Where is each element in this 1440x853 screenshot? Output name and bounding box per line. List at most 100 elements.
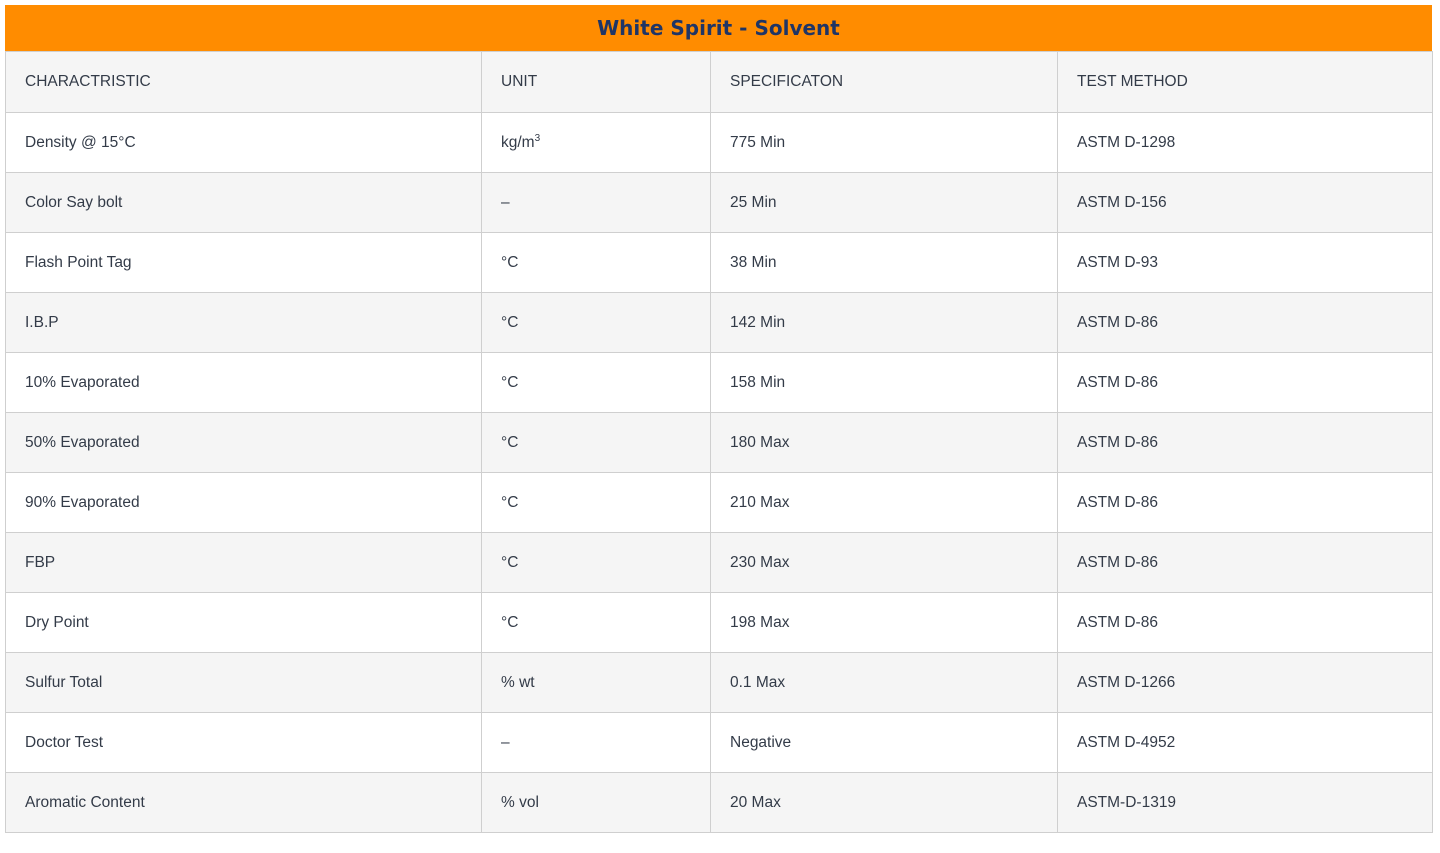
header-characteristic: CHARACTRISTIC [5, 51, 482, 113]
cell-unit-text: °C [501, 433, 519, 451]
table-row: 90% Evaporated °C 210 Max ASTM D-86 [5, 472, 1433, 533]
cell-unit: kg/m3 [481, 112, 711, 173]
table-row: Dry Point °C 198 Max ASTM D-86 [5, 592, 1433, 653]
cell-test-method: ASTM D-86 [1057, 532, 1433, 593]
cell-characteristic: Color Say bolt [5, 172, 482, 233]
cell-unit-text: °C [501, 553, 519, 571]
table-row: Color Say bolt – 25 Min ASTM D-156 [5, 172, 1433, 233]
cell-specification-text: Negative [730, 733, 792, 751]
cell-test-method: ASTM-D-1319 [1057, 772, 1433, 833]
cell-specification-text: 180 Max [730, 433, 790, 451]
cell-characteristic: 90% Evaporated [5, 472, 482, 533]
cell-specification-text: 25 Min [730, 193, 777, 211]
cell-specification: 198 Max [710, 592, 1058, 653]
spec-table-container: White Spirit - Solvent CHARACTRISTIC UNI… [5, 5, 1433, 833]
cell-specification-text: 158 Min [730, 373, 786, 391]
cell-specification-text: 38 Min [730, 253, 777, 271]
cell-test-method-text: ASTM D-1298 [1077, 133, 1176, 151]
cell-test-method-text: ASTM D-86 [1077, 373, 1158, 391]
table-row: Aromatic Content % vol 20 Max ASTM-D-1319 [5, 772, 1433, 833]
cell-characteristic: I.B.P [5, 292, 482, 353]
table-row: 50% Evaporated °C 180 Max ASTM D-86 [5, 412, 1433, 473]
cell-test-method: ASTM D-86 [1057, 352, 1433, 413]
cell-characteristic: FBP [5, 532, 482, 593]
cell-characteristic-text: Color Say bolt [25, 193, 123, 211]
table-header-row: CHARACTRISTIC UNIT SPECIFICATON TEST MET… [5, 51, 1433, 113]
header-unit: UNIT [481, 51, 711, 113]
cell-specification: 25 Min [710, 172, 1058, 233]
cell-unit: °C [481, 412, 711, 473]
cell-test-method-text: ASTM D-86 [1077, 313, 1158, 331]
cell-characteristic-text: Dry Point [25, 613, 89, 631]
cell-unit-text: % wt [501, 673, 535, 691]
cell-unit-text: °C [501, 493, 519, 511]
cell-unit-text: °C [501, 313, 519, 331]
cell-characteristic-text: 50% Evaporated [25, 433, 140, 451]
cell-specification: 142 Min [710, 292, 1058, 353]
cell-unit: – [481, 172, 711, 233]
cell-unit-text: – [501, 733, 510, 751]
cell-characteristic-text: Aromatic Content [25, 793, 145, 811]
table-title-bar: White Spirit - Solvent [5, 5, 1432, 51]
unit-superscript: 3 [534, 132, 541, 144]
cell-characteristic: Aromatic Content [5, 772, 482, 833]
cell-test-method: ASTM D-1266 [1057, 652, 1433, 713]
cell-characteristic: Flash Point Tag [5, 232, 482, 293]
cell-unit-text: °C [501, 613, 519, 631]
cell-test-method: ASTM D-86 [1057, 472, 1433, 533]
cell-specification-text: 198 Max [730, 613, 790, 631]
cell-test-method-text: ASTM D-156 [1077, 193, 1167, 211]
cell-unit: °C [481, 592, 711, 653]
cell-specification-text: 210 Max [730, 493, 790, 511]
cell-characteristic-text: 10% Evaporated [25, 373, 140, 391]
cell-specification: 210 Max [710, 472, 1058, 533]
cell-test-method-text: ASTM D-4952 [1077, 733, 1176, 751]
cell-unit: °C [481, 292, 711, 353]
table-row: Sulfur Total % wt 0.1 Max ASTM D-1266 [5, 652, 1433, 713]
cell-characteristic-text: Density @ 15°C [25, 133, 136, 151]
table-row: I.B.P °C 142 Min ASTM D-86 [5, 292, 1433, 353]
header-test-method: TEST METHOD [1057, 51, 1433, 113]
header-specification: SPECIFICATON [710, 51, 1058, 113]
cell-specification: 180 Max [710, 412, 1058, 473]
cell-specification-text: 20 Max [730, 793, 781, 811]
cell-unit-text: – [501, 193, 510, 211]
cell-characteristic: Density @ 15°C [5, 112, 482, 173]
cell-specification: 775 Min [710, 112, 1058, 173]
cell-characteristic-text: Doctor Test [25, 733, 104, 751]
cell-unit-text: % vol [501, 793, 539, 811]
cell-test-method-text: ASTM D-93 [1077, 253, 1158, 271]
cell-specification: 0.1 Max [710, 652, 1058, 713]
table-row: Density @ 15°C kg/m3 775 Min ASTM D-1298 [5, 112, 1433, 173]
table-row: Doctor Test – Negative ASTM D-4952 [5, 712, 1433, 773]
cell-unit: °C [481, 352, 711, 413]
cell-specification: 38 Min [710, 232, 1058, 293]
cell-characteristic-text: 90% Evaporated [25, 493, 140, 511]
cell-specification-text: 0.1 Max [730, 673, 786, 691]
cell-characteristic-text: FBP [25, 553, 56, 571]
cell-test-method: ASTM D-156 [1057, 172, 1433, 233]
table-row: Flash Point Tag °C 38 Min ASTM D-93 [5, 232, 1433, 293]
cell-test-method: ASTM D-86 [1057, 292, 1433, 353]
cell-characteristic: Sulfur Total [5, 652, 482, 713]
spec-table: CHARACTRISTIC UNIT SPECIFICATON TEST MET… [5, 51, 1433, 833]
table-title: White Spirit - Solvent [597, 16, 840, 40]
cell-characteristic-text: I.B.P [25, 313, 59, 331]
cell-unit: % vol [481, 772, 711, 833]
cell-characteristic: 10% Evaporated [5, 352, 482, 413]
cell-characteristic: Dry Point [5, 592, 482, 653]
cell-unit: °C [481, 472, 711, 533]
table-row: 10% Evaporated °C 158 Min ASTM D-86 [5, 352, 1433, 413]
cell-test-method-text: ASTM D-86 [1077, 433, 1158, 451]
cell-specification: 230 Max [710, 532, 1058, 593]
cell-test-method: ASTM D-4952 [1057, 712, 1433, 773]
cell-test-method: ASTM D-1298 [1057, 112, 1433, 173]
cell-test-method: ASTM D-86 [1057, 412, 1433, 473]
table-row: FBP °C 230 Max ASTM D-86 [5, 532, 1433, 593]
cell-unit: % wt [481, 652, 711, 713]
spec-table-body: CHARACTRISTIC UNIT SPECIFICATON TEST MET… [5, 51, 1433, 833]
cell-specification: Negative [710, 712, 1058, 773]
cell-test-method-text: ASTM-D-1319 [1077, 793, 1177, 811]
cell-test-method-text: ASTM D-86 [1077, 613, 1158, 631]
cell-specification-text: 775 Min [730, 133, 786, 151]
